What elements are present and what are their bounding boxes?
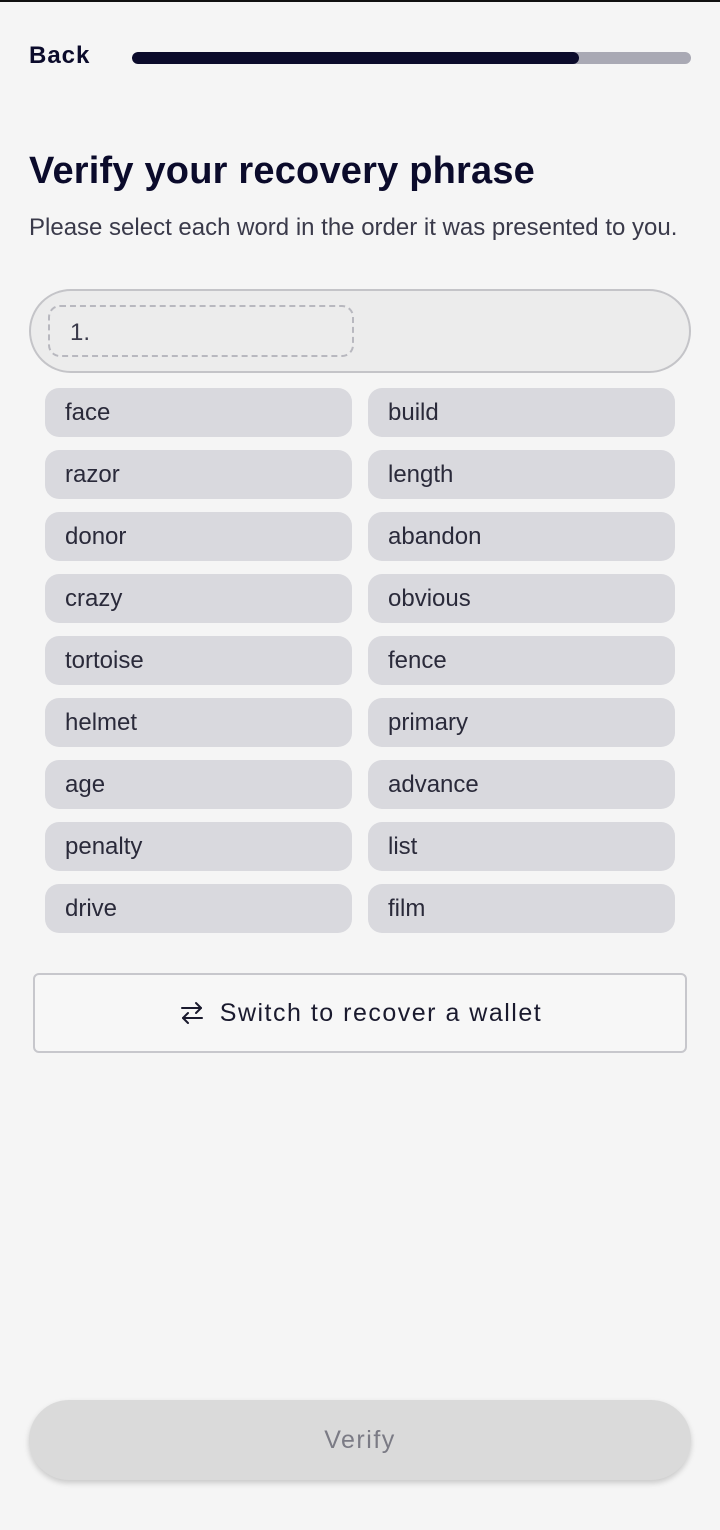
word-chip[interactable]: fence [368,636,675,685]
word-chip[interactable]: obvious [368,574,675,623]
word-chip[interactable]: list [368,822,675,871]
word-chip[interactable]: penalty [45,822,352,871]
swap-arrows-icon [180,1002,203,1024]
switch-to-recover-button[interactable]: Switch to recover a wallet [33,973,687,1053]
page-title: Verify your recovery phrase [29,150,536,192]
word-chip[interactable]: tortoise [45,636,352,685]
word-chip[interactable]: abandon [368,512,675,561]
word-chip[interactable]: drive [45,884,352,933]
word-chip[interactable]: length [368,450,675,499]
progress-bar-fill [132,52,580,64]
word-chip[interactable]: film [368,884,675,933]
word-chip[interactable]: razor [45,450,352,499]
back-button[interactable]: Back [29,42,90,70]
progress-bar [132,52,691,64]
verify-button[interactable]: Verify [29,1400,691,1480]
selected-words-area: 1. [29,289,691,373]
word-chip[interactable]: age [45,760,352,809]
word-chip[interactable]: face [45,388,352,437]
page-subtitle: Please select each word in the order it … [29,214,678,241]
word-chip[interactable]: helmet [45,698,352,747]
word-chip[interactable]: build [368,388,675,437]
word-slot[interactable]: 1. [48,305,354,357]
switch-button-label: Switch to recover a wallet [219,998,543,1027]
word-chip[interactable]: advance [368,760,675,809]
word-chip[interactable]: primary [368,698,675,747]
header: Back [0,0,720,110]
word-chip[interactable]: crazy [45,574,352,623]
word-chip[interactable]: donor [45,512,352,561]
